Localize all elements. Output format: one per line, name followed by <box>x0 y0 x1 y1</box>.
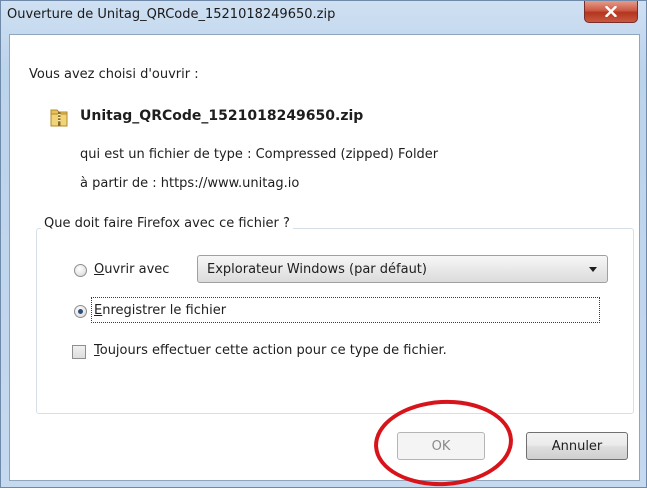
source-url-text: à partir de : https://www.unitag.io <box>80 176 300 191</box>
zip-folder-icon <box>50 109 68 127</box>
file-name: Unitag_QRCode_1521018249650.zip <box>80 108 364 124</box>
cancel-button[interactable]: Annuler <box>526 432 628 460</box>
action-question: Que doit faire Firefox avec ce fichier ? <box>41 216 293 231</box>
open-with-dropdown[interactable]: Explorateur Windows (par défaut) <box>197 255 608 283</box>
title-bar[interactable]: Ouverture de Unitag_QRCode_1521018249650… <box>1 1 646 31</box>
close-button[interactable] <box>584 1 638 23</box>
window-title: Ouverture de Unitag_QRCode_1521018249650… <box>7 7 336 22</box>
always-do-label[interactable]: Toujours effectuer cette action pour ce … <box>94 343 447 358</box>
save-file-radio[interactable] <box>74 305 87 318</box>
always-do-checkbox[interactable] <box>72 345 86 359</box>
open-with-label[interactable]: Ouvrir avec <box>94 262 169 277</box>
chevron-down-icon <box>589 267 597 272</box>
dropdown-selected-value: Explorateur Windows (par défaut) <box>207 262 427 277</box>
file-type-text: qui est un fichier de type : Compressed … <box>80 147 439 162</box>
close-icon <box>605 6 617 17</box>
open-with-radio[interactable] <box>74 264 87 277</box>
intro-text: Vous avez choisi d'ouvrir : <box>29 67 199 82</box>
save-file-label[interactable]: Enregistrer le fichier <box>94 303 226 318</box>
